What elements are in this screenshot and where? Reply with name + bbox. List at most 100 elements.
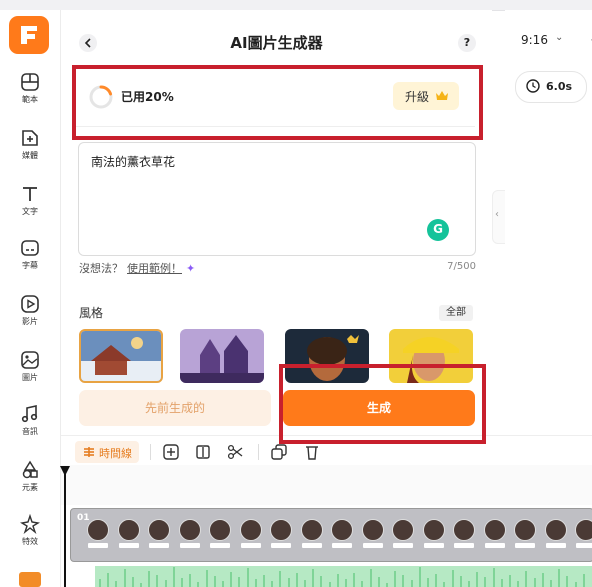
waveform-bar (353, 573, 356, 587)
sidebar-item-subtitle[interactable]: 字幕 (0, 238, 60, 286)
clip-frame (239, 519, 262, 549)
style-label: 風格 (79, 306, 104, 320)
waveform-bar (468, 581, 470, 587)
trash-icon[interactable] (304, 444, 320, 460)
highlight-box-usage (72, 65, 483, 140)
waveform-bar (509, 575, 511, 587)
waveform-bar (328, 582, 331, 587)
video-icon (21, 295, 39, 313)
prompt-textarea[interactable]: 南法的薰衣草花 G (78, 142, 476, 256)
waveform-bar (148, 571, 151, 587)
waveform-bar (156, 575, 159, 587)
style-thumbnail[interactable] (79, 329, 163, 383)
waveform-bar (123, 569, 126, 587)
clip-frame (209, 519, 231, 549)
logo-f-icon (21, 26, 37, 44)
waveform-bar (361, 581, 364, 587)
waveform-bar (418, 567, 421, 587)
scissors-icon[interactable] (227, 444, 243, 460)
clip-frame (300, 519, 323, 549)
waveform-bar (459, 576, 462, 587)
clip-frame (178, 519, 201, 549)
waveform-bar (99, 579, 101, 587)
waveform-bar (394, 571, 397, 587)
waveform-bar (517, 581, 520, 587)
waveform-bar (238, 577, 241, 587)
waveform-bar (140, 583, 142, 587)
timeline-ruler[interactable] (61, 465, 592, 505)
subtitle-icon (21, 240, 39, 256)
waveform-bar (115, 581, 118, 587)
split-icon[interactable] (195, 444, 211, 460)
waveform-bar (574, 582, 577, 587)
waveform-bar (213, 576, 216, 587)
chevron-down-icon[interactable]: ⌄ (555, 32, 563, 43)
grammarly-icon[interactable]: G (427, 219, 449, 241)
waveform-bar (484, 577, 487, 587)
clock-icon (526, 79, 540, 93)
template-icon (21, 73, 39, 91)
clip-frame (453, 519, 475, 549)
sidebar-item-effects[interactable]: 特效 (0, 514, 60, 562)
char-count: 7/500 (447, 261, 476, 272)
waveform-bar (345, 579, 347, 587)
waveform-bar (263, 575, 265, 587)
collapse-panel-handle[interactable]: ‹ (492, 190, 506, 244)
playhead[interactable] (64, 468, 66, 587)
waveform-bar (197, 582, 200, 587)
clip-frame (544, 519, 567, 549)
help-button[interactable]: ? (458, 34, 476, 52)
clip-frame (148, 519, 170, 549)
waveform-bar (476, 572, 479, 587)
waveform-bar (336, 574, 339, 587)
duration-control[interactable]: 6.0s (515, 71, 587, 103)
sidebar-item-template[interactable]: 範本 (0, 72, 60, 120)
sidebar-item-label: 媒體 (22, 151, 38, 160)
sidebar-item-text[interactable]: 文字 (0, 184, 60, 232)
sidebar-item-image[interactable]: 圖片 (0, 350, 60, 398)
waveform-bar (222, 581, 224, 587)
previous-generated-label: 先前生成的 (144, 401, 205, 415)
aspect-ratio-select[interactable]: 9:16 (521, 33, 548, 47)
hint-row: 沒想法？ 使用範例！ ✦ (79, 260, 195, 276)
clip-frame (514, 519, 536, 549)
style-thumbnail[interactable] (180, 329, 264, 383)
clip-frame (575, 519, 592, 549)
hint-text: 沒想法？ (79, 262, 123, 275)
sidebar-item-label: 特效 (22, 537, 38, 546)
sidebar-item-media[interactable]: 媒體 (0, 128, 60, 176)
audio-track[interactable] (95, 566, 592, 587)
waveform-bar (254, 579, 257, 587)
add-icon[interactable] (163, 444, 179, 460)
waveform-bar (377, 577, 380, 587)
view-all-styles-button[interactable]: 全部 (439, 305, 473, 321)
sidebar-item-video[interactable]: 影片 (0, 294, 60, 342)
highlight-box-generate (279, 364, 486, 444)
waveform-bar (304, 580, 306, 587)
video-track-clip[interactable]: 01 (70, 508, 592, 562)
sidebar-item-label: 範本 (22, 95, 38, 104)
previous-generated-button[interactable]: 先前生成的 (79, 390, 271, 426)
waveform-bar (279, 571, 282, 587)
use-example-link[interactable]: 使用範例！ (127, 262, 182, 275)
sidebar-item-label: 文字 (22, 207, 38, 216)
briefcase-icon[interactable] (19, 572, 41, 587)
timeline-toggle-button[interactable]: 時間線 (75, 441, 139, 463)
waveform-bar (533, 578, 536, 587)
clip-frame (331, 519, 353, 549)
sidebar-item-label: 圖片 (22, 373, 38, 382)
waveform-bar (172, 567, 175, 587)
toolbar-divider (150, 444, 151, 460)
clip-frame (87, 519, 109, 549)
timeline-label: 時間線 (99, 447, 132, 460)
waveform-bar (295, 573, 298, 587)
waveform-bar (271, 581, 274, 587)
app-logo[interactable] (9, 16, 49, 54)
duration-value: 6.0s (546, 80, 573, 93)
sidebar-item-audio[interactable]: 音訊 (0, 404, 60, 452)
duplicate-icon[interactable] (271, 444, 287, 460)
preview-area: 9:16 ⌄ ⌄ 6.0s (505, 10, 592, 435)
waveform-bar (402, 575, 405, 587)
sidebar-item-elements[interactable]: 元素 (0, 460, 60, 508)
waveform-bar (369, 569, 372, 587)
